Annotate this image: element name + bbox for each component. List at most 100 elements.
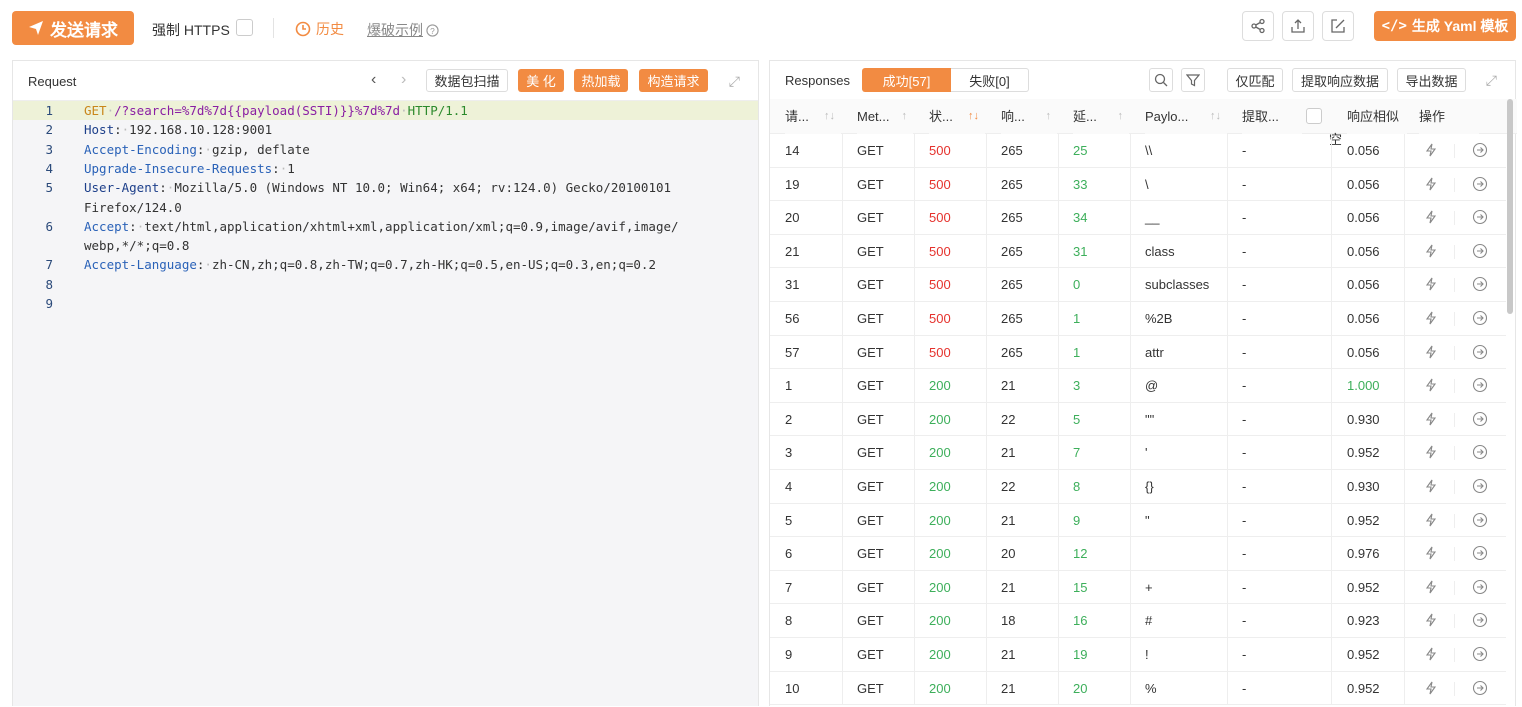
sort-icon[interactable]: ↑↓	[1210, 99, 1221, 134]
table-row[interactable]: 8 GET 200 18 16 # - 0.923	[770, 604, 1506, 638]
hotload-button[interactable]: 热加载	[574, 69, 628, 92]
chevron-right-icon[interactable]: ›	[401, 71, 406, 89]
arrow-right-circle-icon[interactable]	[1472, 276, 1488, 292]
scrollbar[interactable]	[1507, 99, 1513, 314]
lightning-icon[interactable]	[1424, 681, 1438, 695]
sort-icon[interactable]: ↑	[1118, 99, 1124, 134]
col-method[interactable]: Met... ↑	[857, 99, 913, 134]
table-row[interactable]: 57 GET 500 265 1 attr - 0.056	[770, 335, 1506, 370]
table-row[interactable]: 7 GET 200 21 15 + - 0.952	[770, 570, 1506, 605]
match-only-button[interactable]: 仅匹配	[1227, 68, 1283, 92]
table-row[interactable]: 6 GET 200 20 12 - 0.976	[770, 537, 1506, 571]
header-name: Accept	[84, 218, 130, 234]
lightning-icon[interactable]	[1424, 479, 1438, 493]
arrow-right-circle-icon[interactable]	[1472, 344, 1488, 360]
column-divider	[914, 436, 915, 470]
sort-active-icon[interactable]: ↑↓	[968, 99, 979, 134]
col-length[interactable]: 响... ↑	[1001, 99, 1057, 134]
lightning-icon[interactable]	[1424, 513, 1438, 527]
table-row[interactable]: 5 GET 200 21 9 " - 0.952	[770, 503, 1506, 538]
sort-icon[interactable]: ↑↓	[824, 99, 835, 134]
table-row[interactable]: 2 GET 200 22 5 "" - 0.930	[770, 402, 1506, 437]
col-similarity[interactable]: 响应相似	[1347, 99, 1407, 134]
table-row[interactable]: 31 GET 500 265 0 subclasses - 0.056	[770, 268, 1506, 302]
table-row[interactable]: 1 GET 200 21 3 @ - 1.000	[770, 369, 1506, 403]
send-request-button[interactable]: 发送请求	[12, 11, 134, 45]
arrow-right-circle-icon[interactable]	[1472, 209, 1488, 225]
col-status[interactable]: 状... ↑↓	[929, 99, 985, 134]
lightning-icon[interactable]	[1424, 647, 1438, 661]
cell-similarity: 0.952	[1347, 579, 1380, 595]
beautify-button[interactable]: 美 化	[518, 69, 564, 92]
col-payload[interactable]: Paylo... ↑↓	[1145, 99, 1227, 134]
col-request-id[interactable]: 请... ↑↓	[785, 99, 841, 134]
table-row[interactable]: 4 GET 200 22 8 {} - 0.930	[770, 470, 1506, 504]
cell-id: 2	[785, 411, 793, 427]
expand-icon[interactable]: ⤢	[1486, 72, 1497, 89]
filter-button[interactable]	[1181, 68, 1205, 92]
lightning-icon[interactable]	[1424, 580, 1438, 594]
arrow-right-circle-icon[interactable]	[1472, 176, 1488, 192]
request-editor[interactable]: 1 GET·/?search=%7d%7d{{payload(SSTI)}}%7…	[13, 101, 758, 707]
search-button[interactable]	[1149, 68, 1173, 92]
tab-fail[interactable]: 失败[0]	[951, 68, 1029, 92]
arrow-right-circle-icon[interactable]	[1472, 612, 1488, 628]
arrow-right-circle-icon[interactable]	[1472, 411, 1488, 427]
lightning-icon[interactable]	[1424, 613, 1438, 627]
table-row[interactable]: 21 GET 500 265 31 class - 0.056	[770, 234, 1506, 269]
empty-filter-checkbox[interactable]	[1306, 108, 1322, 124]
lightning-icon[interactable]	[1424, 244, 1438, 258]
packet-scan-button[interactable]: 数据包扫描	[426, 69, 508, 92]
col-extract[interactable]: 提取...	[1242, 99, 1302, 134]
chevron-left-icon[interactable]: ‹	[371, 71, 376, 89]
table-row[interactable]: 20 GET 500 265 34 __ - 0.056	[770, 201, 1506, 235]
column-divider	[1130, 503, 1131, 537]
tab-success[interactable]: 成功[57]	[862, 68, 951, 92]
lightning-icon[interactable]	[1424, 143, 1438, 157]
generate-yaml-button[interactable]: </> 生成 Yaml 模板	[1374, 11, 1516, 41]
lightning-icon[interactable]	[1424, 311, 1438, 325]
table-row[interactable]: 19 GET 500 265 33 \ - 0.056	[770, 167, 1506, 202]
lightning-icon[interactable]	[1424, 277, 1438, 291]
arrow-right-circle-icon[interactable]	[1472, 512, 1488, 528]
arrow-right-circle-icon[interactable]	[1472, 646, 1488, 662]
edit-button[interactable]	[1322, 11, 1354, 41]
arrow-right-circle-icon[interactable]	[1472, 545, 1488, 561]
lightning-icon[interactable]	[1424, 378, 1438, 392]
table-row[interactable]: 56 GET 500 265 1 %2B - 0.056	[770, 302, 1506, 336]
cell-payload: %2B	[1145, 311, 1173, 326]
arrow-right-circle-icon[interactable]	[1472, 478, 1488, 494]
arrow-right-circle-icon[interactable]	[1472, 579, 1488, 595]
brute-example-link[interactable]: 爆破示例 ?	[367, 20, 439, 40]
sort-icon[interactable]: ↑	[1046, 99, 1052, 134]
arrow-right-circle-icon[interactable]	[1472, 142, 1488, 158]
history-button[interactable]: 历史	[295, 19, 344, 39]
arrow-right-circle-icon[interactable]	[1472, 444, 1488, 460]
table-row[interactable]: 9 GET 200 21 19! - 0.952	[770, 638, 1506, 672]
expand-icon[interactable]: ⤢	[729, 73, 740, 90]
column-divider	[1227, 436, 1228, 470]
sort-icon[interactable]: ↑	[902, 99, 908, 134]
arrow-right-circle-icon[interactable]	[1472, 310, 1488, 326]
cell-status: 200	[929, 445, 951, 461]
lightning-icon[interactable]	[1424, 345, 1438, 359]
build-request-button[interactable]: 构造请求	[639, 69, 708, 92]
lightning-icon[interactable]	[1424, 412, 1438, 426]
lightning-icon[interactable]	[1424, 445, 1438, 459]
share-button[interactable]	[1242, 11, 1274, 41]
arrow-right-circle-icon[interactable]	[1472, 243, 1488, 259]
arrow-right-circle-icon[interactable]	[1472, 377, 1488, 393]
table-row[interactable]: 14 GET 500 265 25 \\ - 0.056	[770, 134, 1506, 168]
col-delay[interactable]: 延... ↑	[1073, 99, 1129, 134]
upload-button[interactable]	[1282, 11, 1314, 41]
cell-method: GET	[857, 512, 884, 528]
table-row[interactable]: 3 GET 200 21 7 ' - 0.952	[770, 436, 1506, 470]
arrow-right-circle-icon[interactable]	[1472, 680, 1488, 696]
export-data-button[interactable]: 导出数据	[1397, 68, 1466, 92]
lightning-icon[interactable]	[1424, 210, 1438, 224]
extract-response-button[interactable]: 提取响应数据	[1292, 68, 1388, 92]
table-row[interactable]: 10 GET 200 21 20% - 0.952	[770, 671, 1506, 706]
force-https-checkbox[interactable]	[236, 19, 253, 36]
lightning-icon[interactable]	[1424, 177, 1438, 191]
lightning-icon[interactable]	[1424, 546, 1438, 560]
